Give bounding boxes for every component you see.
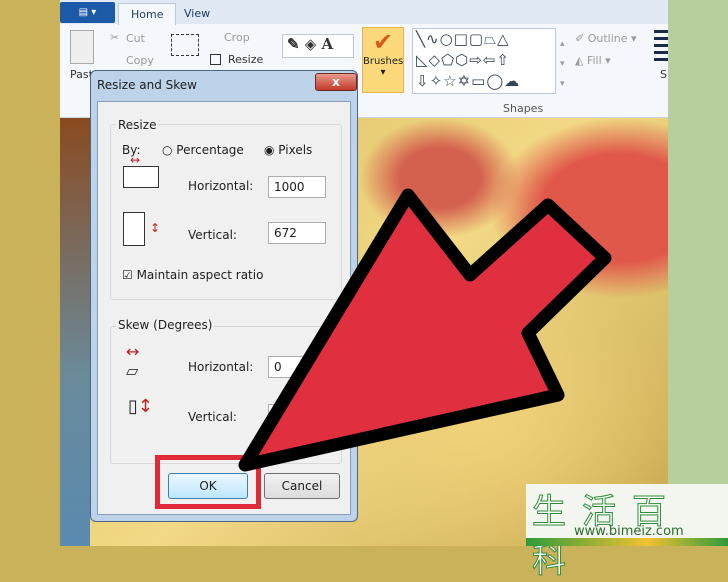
watermark-url: www.bimeiz.com [574, 524, 684, 539]
red-arrow-annotation [238, 188, 612, 472]
watermark-logo: 生活百科 www.bimeiz.com [526, 484, 728, 582]
red-arrow [238, 188, 612, 472]
